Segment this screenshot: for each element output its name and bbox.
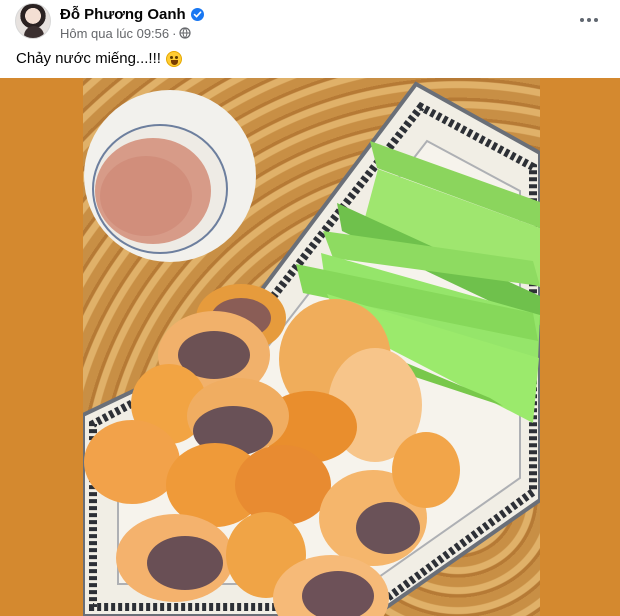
post-photo[interactable] bbox=[83, 78, 540, 616]
author-avatar[interactable] bbox=[15, 3, 51, 39]
author-row: Đỗ Phương Oanh bbox=[60, 5, 204, 23]
drooling-face-emoji-icon bbox=[165, 50, 182, 67]
verified-badge-icon bbox=[190, 7, 204, 21]
more-dot bbox=[594, 18, 598, 22]
post-header: Đỗ Phương Oanh Hôm qua lúc 09:56 · bbox=[0, 0, 620, 44]
more-dot bbox=[587, 18, 591, 22]
salt-bowl bbox=[84, 90, 256, 262]
photo-illustration bbox=[83, 81, 540, 616]
author-name[interactable]: Đỗ Phương Oanh bbox=[60, 6, 186, 23]
meta-separator: · bbox=[172, 25, 177, 41]
more-dot bbox=[580, 18, 584, 22]
more-options-button[interactable] bbox=[578, 10, 600, 30]
post-photo-frame[interactable] bbox=[0, 78, 620, 616]
post-caption: Chảy nước miếng...!!! bbox=[16, 50, 182, 67]
caption-text: Chảy nước miếng...!!! bbox=[16, 50, 161, 67]
post-meta: Hôm qua lúc 09:56 · bbox=[60, 25, 192, 41]
globe-icon bbox=[179, 27, 192, 39]
post-timestamp[interactable]: Hôm qua lúc 09:56 bbox=[60, 26, 169, 41]
